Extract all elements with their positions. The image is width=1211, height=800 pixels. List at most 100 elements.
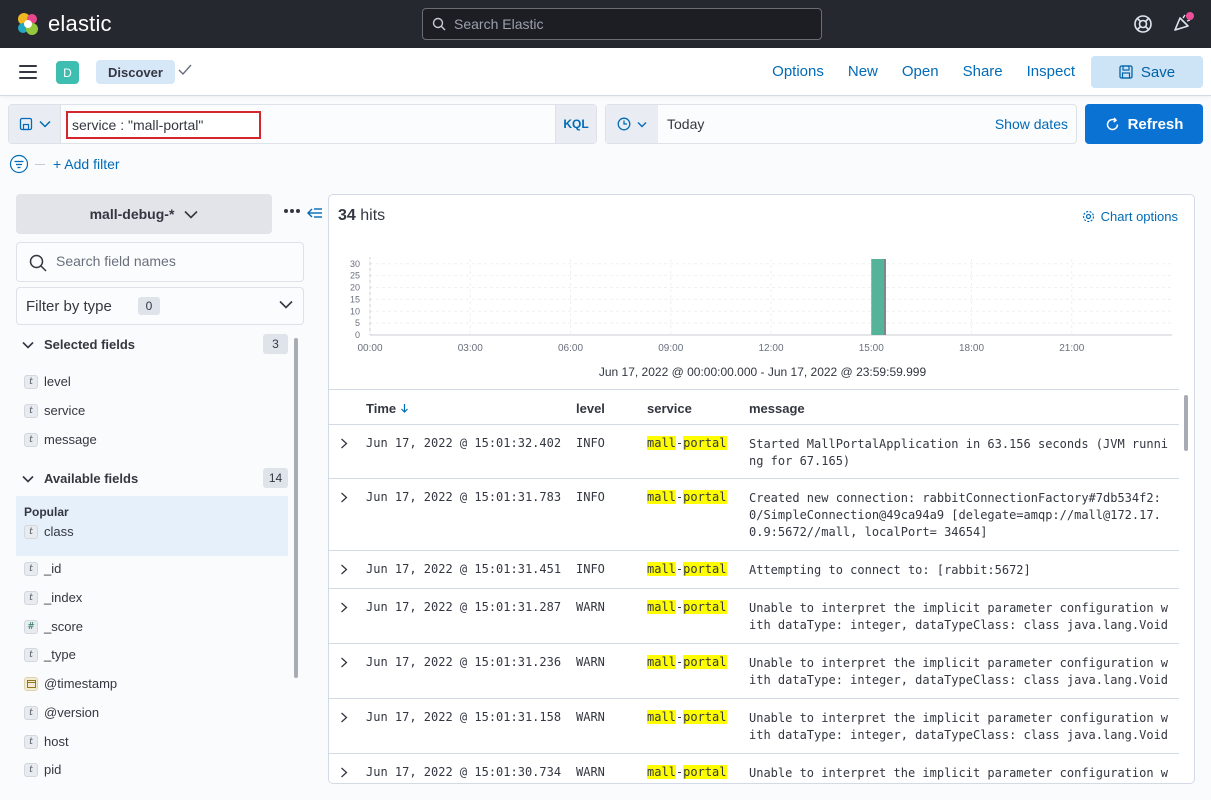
x-tick-label: 12:00 (758, 343, 783, 354)
open-link[interactable]: Open (902, 63, 939, 80)
table-row[interactable]: Jun 17, 2022 @ 15:01:31.451 INFO mall-port… (329, 551, 1179, 589)
collapse-sidebar-icon[interactable] (307, 206, 323, 220)
expand-row-icon[interactable] (340, 767, 348, 778)
top-nav-menu: Options New Open Share Inspect (748, 63, 1075, 80)
available-fields-header[interactable]: Available fields (22, 471, 138, 486)
expand-row-icon[interactable] (340, 564, 348, 575)
query-bar: service : "mall-portal" KQL (8, 104, 597, 144)
field-name: @timestamp (44, 676, 118, 691)
show-dates-link[interactable]: Show dates (995, 116, 1068, 132)
column-time[interactable]: Time (366, 401, 409, 416)
news-feed-icon[interactable] (1172, 10, 1198, 34)
quick-select-button[interactable] (606, 105, 658, 143)
table-row[interactable]: Jun 17, 2022 @ 15:01:31.783 INFO mall-port… (329, 479, 1179, 551)
menu-icon[interactable] (19, 65, 37, 79)
field-item-service[interactable]: t service (24, 403, 85, 418)
table-scrollbar[interactable] (1184, 395, 1188, 451)
field-item-score[interactable]: # _score (24, 619, 83, 634)
cell-message: Unable to interpret the implicit paramet… (749, 711, 1169, 742)
table-row[interactable]: Jun 17, 2022 @ 15:01:31.158 WARN mall-port… (329, 699, 1179, 754)
cell-level: WARN (576, 765, 605, 779)
x-tick-label: 09:00 (658, 343, 683, 354)
refresh-icon (1106, 117, 1118, 130)
popular-label: Popular (24, 505, 69, 519)
share-link[interactable]: Share (963, 63, 1003, 80)
date-type-icon (24, 676, 38, 691)
cell-time: Jun 17, 2022 @ 15:01:31.451 (366, 562, 562, 576)
expand-row-icon[interactable] (340, 602, 348, 613)
expand-row-icon[interactable] (340, 438, 348, 449)
filter-menu-icon[interactable] (9, 154, 29, 174)
table-header: Time level service message (329, 389, 1179, 425)
field-item-id[interactable]: t _id (24, 561, 61, 576)
space-avatar[interactable]: D (56, 61, 79, 84)
sidebar-scrollbar[interactable] (294, 338, 298, 678)
chart-options-button[interactable]: Chart options (1082, 209, 1178, 224)
string-type-icon: t (24, 647, 38, 662)
string-type-icon: t (24, 762, 38, 777)
string-type-icon: t (24, 374, 38, 389)
app-header: D Discover Options New Open Share Inspec… (0, 48, 1211, 96)
clock-icon (617, 117, 631, 131)
histogram-chart[interactable]: 30 25 2015 10 5 0 00:00 03:00 06:00 09:00 12:00 15:… (329, 247, 1195, 357)
save-label: Save (1140, 63, 1176, 81)
cell-level: WARN (576, 600, 605, 614)
help-icon[interactable] (1133, 14, 1153, 34)
cell-message: Attempting to connect to: [rabbit:5672] (749, 563, 1031, 577)
global-search[interactable] (422, 8, 822, 40)
field-item-type[interactable]: t _type (24, 647, 76, 662)
field-item-timestamp[interactable]: @timestamp (24, 676, 117, 691)
y-tick-label: 10 (350, 306, 360, 316)
table-row[interactable]: Jun 17, 2022 @ 15:01:32.402 INFO mall-port… (329, 425, 1179, 479)
field-name: pid (44, 762, 62, 777)
filter-by-type[interactable]: Filter by type 0 (16, 287, 304, 325)
selected-fields-header[interactable]: Selected fields (22, 337, 135, 352)
table-row[interactable]: Jun 17, 2022 @ 15:01:30.734 WARN mall-port… (329, 754, 1179, 783)
field-item-pid[interactable]: t pid (24, 762, 61, 777)
field-name: class (44, 524, 74, 539)
add-filter-button[interactable]: + Add filter (53, 156, 120, 172)
field-item-index[interactable]: t _index (24, 590, 82, 605)
field-item-message[interactable]: t message (24, 432, 97, 447)
expand-row-icon[interactable] (340, 492, 348, 503)
table-row[interactable]: Jun 17, 2022 @ 15:01:31.236 WARN mall-port… (329, 644, 1179, 699)
more-options-icon[interactable] (284, 209, 300, 213)
field-search[interactable] (16, 242, 304, 282)
column-message[interactable]: message (749, 401, 805, 416)
expand-row-icon[interactable] (340, 712, 348, 723)
available-fields-count: 14 (263, 468, 288, 488)
field-item-version[interactable]: t @version (24, 705, 99, 720)
field-item-host[interactable]: t host (24, 734, 69, 749)
date-range-value[interactable]: Today (667, 116, 704, 132)
field-item-class[interactable]: t class (24, 524, 74, 539)
options-link[interactable]: Options (772, 63, 824, 80)
hit-count: 34 hits (338, 207, 385, 225)
highlight-portal: portal (683, 562, 727, 576)
field-name: @version (44, 705, 100, 720)
save-icon (1119, 65, 1133, 79)
query-input[interactable]: service : "mall-portal" (66, 111, 261, 139)
field-item-level[interactable]: t level (24, 374, 71, 389)
index-pattern-selector[interactable]: mall-debug-* (16, 194, 272, 234)
query-language-button[interactable]: KQL (555, 105, 596, 143)
column-service[interactable]: service (647, 401, 692, 416)
global-search-input[interactable] (454, 16, 794, 32)
save-button[interactable]: Save (1091, 56, 1203, 88)
histogram-bar[interactable] (871, 259, 886, 335)
column-time-label: Time (366, 401, 397, 416)
elastic-logo[interactable]: elastic (15, 11, 112, 37)
inspect-link[interactable]: Inspect (1027, 63, 1075, 80)
refresh-button[interactable]: Refresh (1085, 104, 1203, 144)
cell-service: mall-portal (647, 600, 727, 614)
breadcrumb-discover[interactable]: Discover (96, 60, 175, 84)
x-tick-label: 18:00 (959, 343, 984, 354)
expand-row-icon[interactable] (340, 657, 348, 668)
column-level[interactable]: level (576, 401, 605, 416)
string-type-icon: t (24, 734, 38, 749)
table-row[interactable]: Jun 17, 2022 @ 15:01:31.287 WARN mall-port… (329, 589, 1179, 644)
highlight-portal: portal (683, 490, 727, 504)
saved-queries-button[interactable] (9, 105, 61, 143)
y-tick-label: 0 (355, 330, 360, 340)
field-search-input[interactable] (56, 253, 286, 269)
new-link[interactable]: New (848, 63, 878, 80)
